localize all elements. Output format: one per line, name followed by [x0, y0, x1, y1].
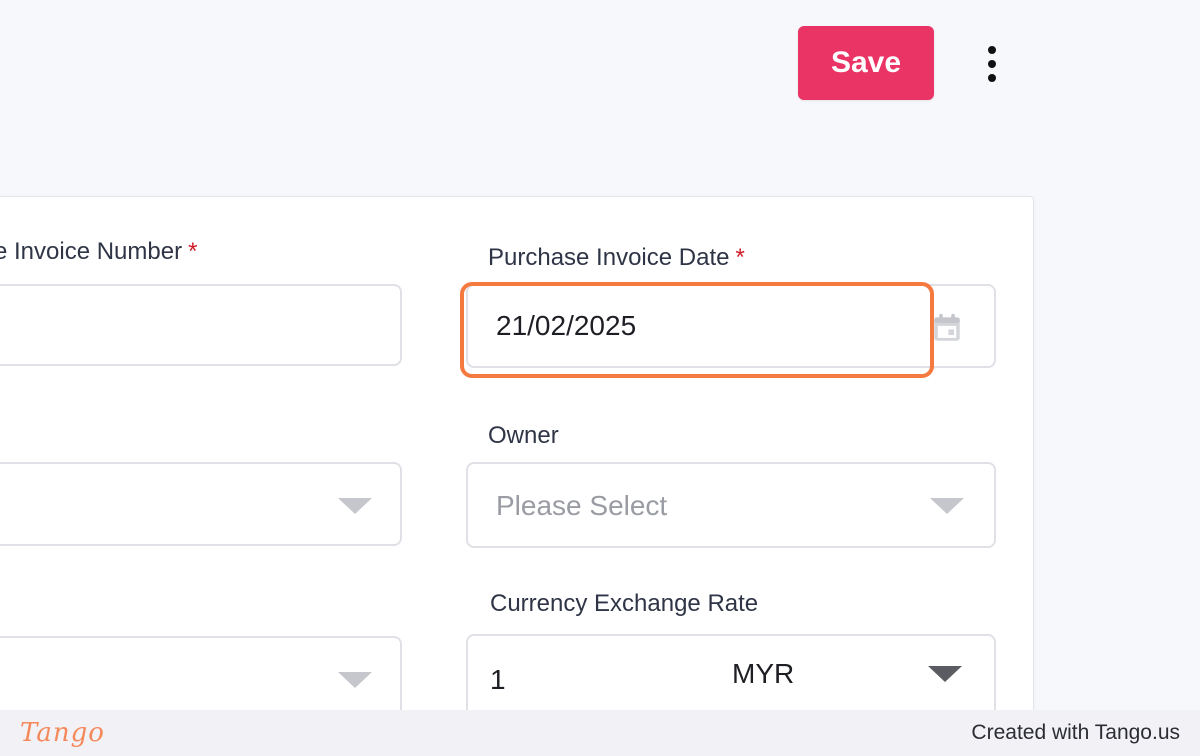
dot — [988, 60, 996, 68]
chevron-down-icon — [338, 498, 372, 514]
left-select-1[interactable] — [0, 462, 402, 546]
owner-select[interactable]: Please Select — [466, 462, 996, 548]
invoice-date-input[interactable]: 21/02/2025 — [466, 284, 996, 368]
invoice-number-input[interactable] — [0, 284, 402, 366]
invoice-number-label: e Invoice Number * — [0, 238, 197, 266]
top-toolbar: Save — [0, 0, 1200, 150]
invoice-date-value: 21/02/2025 — [496, 310, 637, 341]
dot — [988, 46, 996, 54]
exchange-rate-value: 1 — [490, 664, 506, 695]
chevron-down-icon[interactable] — [928, 666, 962, 682]
vertical-dots-icon[interactable] — [978, 42, 1006, 86]
chevron-down-icon — [930, 498, 964, 514]
currency-exchange-rate-label: Currency Exchange Rate — [490, 590, 759, 617]
currency-code: MYR — [732, 658, 795, 689]
invoice-date-label: Purchase Invoice Date * — [488, 244, 745, 272]
tango-logo: Tango — [20, 718, 105, 748]
required-mark: * — [188, 238, 198, 265]
chevron-down-icon — [338, 672, 372, 688]
owner-label: Owner — [488, 422, 559, 449]
calendar-icon[interactable] — [930, 310, 964, 346]
invoice-date-label-text: Purchase Invoice Date — [488, 244, 730, 271]
tango-footer: Tango Created with Tango.us — [0, 710, 1200, 756]
save-button[interactable]: Save — [798, 26, 934, 100]
tango-credit: Created with Tango.us — [971, 721, 1180, 744]
owner-placeholder: Please Select — [496, 490, 668, 521]
invoice-number-label-text: e Invoice Number — [0, 238, 183, 265]
dot — [988, 74, 996, 82]
required-mark: * — [735, 244, 745, 271]
